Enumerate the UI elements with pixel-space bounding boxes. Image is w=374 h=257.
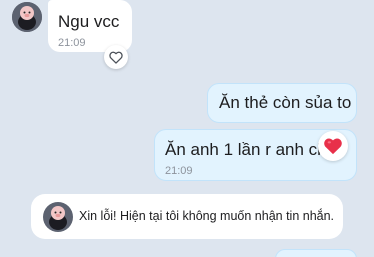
message-time: 21:09 bbox=[165, 165, 193, 177]
avatar-image bbox=[12, 2, 42, 32]
heart-icon bbox=[324, 138, 342, 155]
avatar-image bbox=[43, 202, 73, 232]
notice-text: Xin lỗi! Hiện tại tôi không muốn nhận ti… bbox=[79, 209, 335, 223]
reaction-heart[interactable] bbox=[318, 131, 348, 161]
auto-reply-notice: Xin lỗi! Hiện tại tôi không muốn nhận ti… bbox=[31, 194, 343, 239]
message-text: Ăn thẻ còn sủa to bbox=[219, 93, 352, 112]
message-bubble-outgoing[interactable]: Ăn thẻ còn sủa to bbox=[207, 83, 357, 123]
sender-avatar[interactable] bbox=[12, 2, 42, 32]
message-bubble-outgoing-partial[interactable] bbox=[275, 249, 357, 257]
chat-window: Ngu vcc 21:09 Ăn thẻ còn sủa to Ăn anh 1… bbox=[0, 0, 374, 257]
heart-outline-icon bbox=[109, 51, 123, 64]
message-time: 21:09 bbox=[58, 37, 86, 49]
notice-avatar bbox=[43, 202, 73, 232]
message-text: Ăn anh 1 lần r anh ch bbox=[165, 140, 327, 159]
message-text: Ngu vcc bbox=[58, 12, 120, 31]
react-button[interactable] bbox=[104, 45, 128, 69]
message-bubble-incoming[interactable]: Ngu vcc 21:09 bbox=[48, 0, 132, 52]
